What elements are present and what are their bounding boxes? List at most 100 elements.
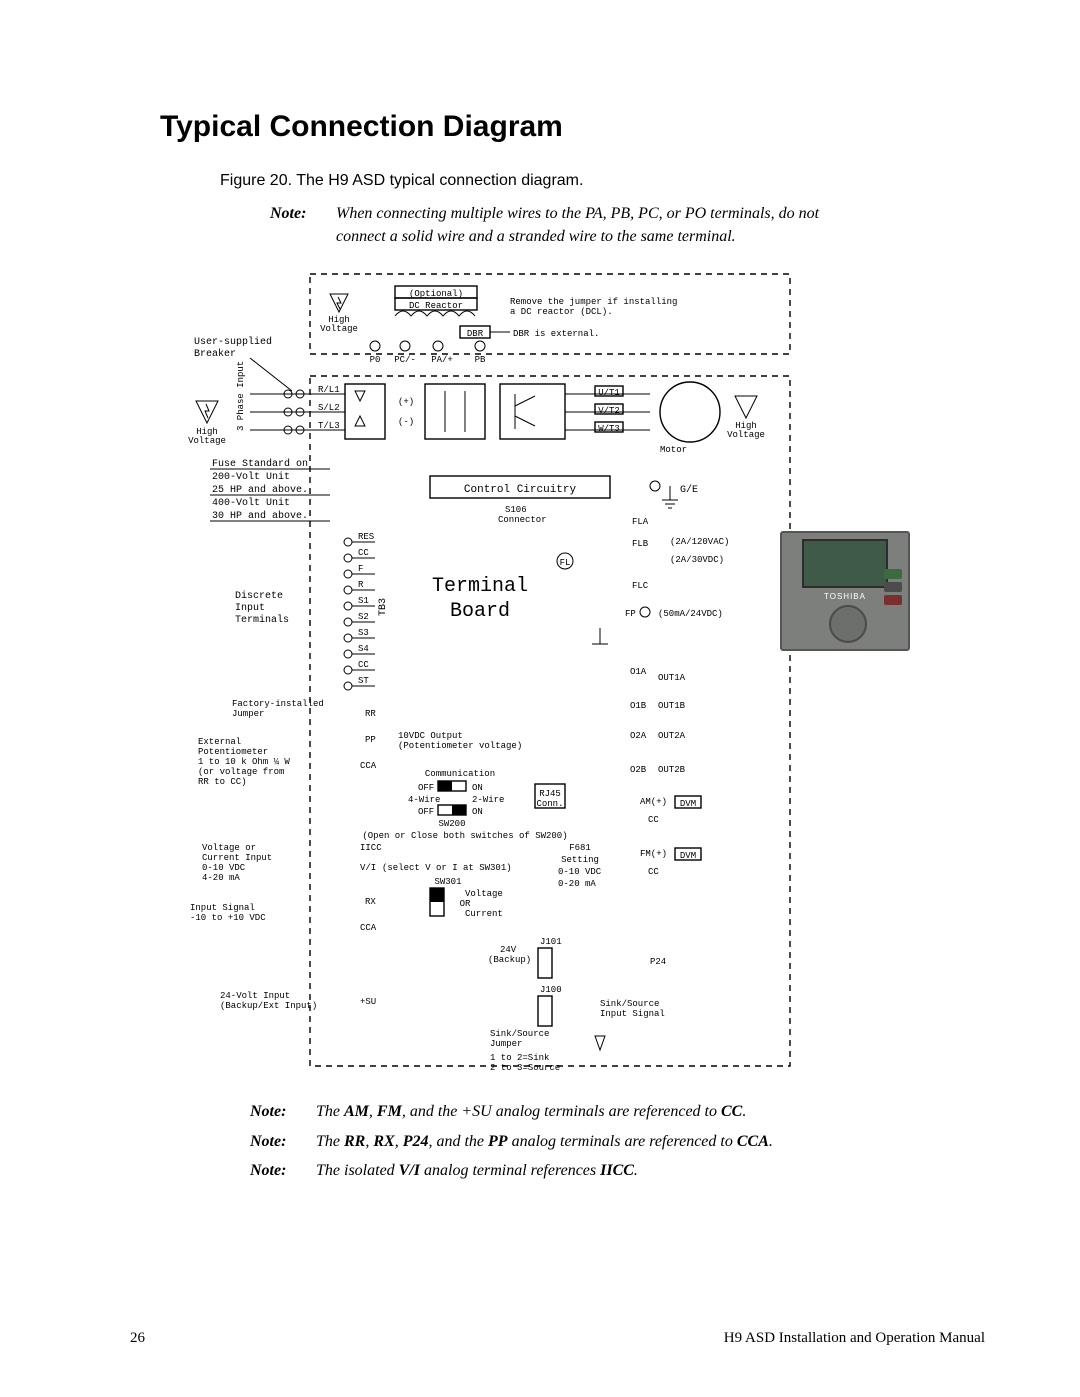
- page-title: Typical Connection Diagram: [160, 110, 985, 144]
- note-am-fm-su: Note: The AM, FM, and the +SU analog ter…: [250, 1100, 985, 1123]
- svg-text:FLB: FLB: [632, 539, 649, 549]
- svg-text:OFF: OFF: [418, 783, 434, 793]
- svg-text:P0: P0: [370, 355, 381, 365]
- svg-text:Voltage: Voltage: [188, 436, 226, 446]
- svg-text:25 HP and above.: 25 HP and above.: [212, 484, 308, 496]
- svg-text:J100: J100: [540, 985, 562, 995]
- svg-text:(-): (-): [398, 417, 414, 427]
- svg-text:F681: F681: [569, 843, 591, 853]
- svg-text:Remove the jumper if installin: Remove the jumper if installing: [510, 297, 677, 307]
- svg-text:O1B: O1B: [630, 701, 647, 711]
- svg-text:(Open or Close both switches o: (Open or Close both switches of SW200): [362, 831, 567, 841]
- svg-text:CC: CC: [648, 867, 659, 877]
- svg-text:ON: ON: [472, 783, 483, 793]
- svg-text:1 to 10 k Ohm ¼ W: 1 to 10 k Ohm ¼ W: [198, 757, 290, 767]
- svg-text:Input Signal: Input Signal: [190, 903, 255, 913]
- svg-text:SW200: SW200: [438, 819, 465, 829]
- svg-text:RJ45: RJ45: [539, 789, 561, 799]
- svg-text:Current Input: Current Input: [202, 853, 272, 863]
- svg-text:CC: CC: [358, 548, 369, 558]
- svg-text:DBR is external.: DBR is external.: [513, 329, 599, 339]
- svg-text:Voltage: Voltage: [320, 324, 358, 334]
- page-number: 26: [130, 1330, 145, 1347]
- svg-text:AM(+): AM(+): [640, 797, 667, 807]
- svg-text:CC: CC: [358, 660, 369, 670]
- svg-text:S106: S106: [505, 505, 527, 515]
- svg-text:+SU: +SU: [360, 997, 376, 1007]
- svg-text:S3: S3: [358, 628, 369, 638]
- svg-text:OUT2A: OUT2A: [658, 731, 686, 741]
- svg-text:V/T2: V/T2: [598, 406, 620, 416]
- svg-text:Current: Current: [465, 909, 503, 919]
- svg-text:-10 to +10 VDC: -10 to +10 VDC: [190, 913, 266, 923]
- svg-text:30 HP and above.: 30 HP and above.: [212, 510, 308, 522]
- run-button-icon: [884, 569, 902, 579]
- svg-text:OFF: OFF: [418, 807, 434, 817]
- svg-text:W/T3: W/T3: [598, 424, 620, 434]
- svg-text:Conn.: Conn.: [536, 799, 563, 809]
- svg-text:Factory-installed: Factory-installed: [232, 699, 324, 709]
- svg-text:RR: RR: [365, 709, 376, 719]
- note-body: When connecting multiple wires to the PA…: [336, 202, 856, 248]
- svg-text:(50mA/24VDC): (50mA/24VDC): [658, 609, 723, 619]
- svg-text:Voltage: Voltage: [465, 889, 503, 899]
- svg-text:RR to CC): RR to CC): [198, 777, 247, 787]
- svg-text:User-supplied: User-supplied: [194, 336, 272, 348]
- svg-text:Voltage: Voltage: [727, 430, 765, 440]
- svg-text:OUT1A: OUT1A: [658, 673, 686, 683]
- svg-text:FLA: FLA: [632, 517, 649, 527]
- svg-text:OUT1B: OUT1B: [658, 701, 686, 711]
- svg-text:(Backup): (Backup): [488, 955, 531, 965]
- svg-text:(+): (+): [398, 397, 414, 407]
- note-label: Note:: [270, 202, 314, 248]
- svg-text:TB3: TB3: [378, 598, 389, 616]
- svg-text:OUT2B: OUT2B: [658, 765, 686, 775]
- svg-text:S/L2: S/L2: [318, 403, 340, 413]
- svg-text:Communication: Communication: [425, 769, 495, 779]
- top-note: Note: When connecting multiple wires to …: [270, 202, 985, 248]
- svg-text:DBR: DBR: [467, 329, 484, 339]
- svg-text:FM(+): FM(+): [640, 849, 667, 859]
- svg-text:U/T1: U/T1: [598, 388, 620, 398]
- svg-text:G/E: G/E: [680, 484, 698, 496]
- svg-text:FLC: FLC: [632, 581, 649, 591]
- svg-text:ST: ST: [358, 676, 369, 686]
- svg-text:DVM: DVM: [680, 799, 696, 809]
- svg-text:PB: PB: [475, 355, 486, 365]
- stop-button-icon: [884, 595, 902, 605]
- svg-text:SW301: SW301: [434, 877, 461, 887]
- svg-text:(2A/30VDC): (2A/30VDC): [670, 555, 724, 565]
- svg-text:Jumper: Jumper: [232, 709, 264, 719]
- svg-text:Control Circuitry: Control Circuitry: [464, 484, 577, 496]
- svg-text:V/I: V/I: [360, 863, 376, 873]
- svg-text:10VDC Output: 10VDC Output: [398, 731, 463, 741]
- keypad-screen: [802, 539, 888, 588]
- svg-text:Terminal: Terminal: [432, 575, 528, 598]
- svg-text:S2: S2: [358, 612, 369, 622]
- svg-text:Motor: Motor: [660, 445, 687, 455]
- svg-text:R/L1: R/L1: [318, 385, 340, 395]
- svg-text:(2A/120VAC): (2A/120VAC): [670, 537, 729, 547]
- svg-text:0-20 mA: 0-20 mA: [558, 879, 596, 889]
- svg-text:T/L3: T/L3: [318, 421, 340, 431]
- svg-text:24-Volt Input: 24-Volt Input: [220, 991, 290, 1001]
- svg-text:(Backup/Ext Input): (Backup/Ext Input): [220, 1001, 317, 1011]
- manual-title: H9 ASD Installation and Operation Manual: [724, 1330, 985, 1347]
- svg-text:J101: J101: [540, 937, 562, 947]
- svg-text:3 Phase Input: 3 Phase Input: [236, 361, 246, 431]
- svg-text:400-Volt Unit: 400-Volt Unit: [212, 497, 290, 509]
- svg-text:External: External: [198, 737, 241, 747]
- svg-text:0-10 VDC: 0-10 VDC: [558, 867, 602, 877]
- svg-text:CCA: CCA: [360, 923, 377, 933]
- svg-text:(select V or I at SW301): (select V or I at SW301): [382, 863, 512, 873]
- svg-text:CC: CC: [648, 815, 659, 825]
- svg-text:Terminals: Terminals: [235, 614, 289, 626]
- svg-text:200-Volt Unit: 200-Volt Unit: [212, 471, 290, 483]
- svg-text:DVM: DVM: [680, 851, 696, 861]
- svg-text:Fuse Standard on: Fuse Standard on: [212, 458, 308, 470]
- svg-text:0-10 VDC: 0-10 VDC: [202, 863, 246, 873]
- svg-text:RES: RES: [358, 532, 374, 542]
- svg-text:4-Wire: 4-Wire: [408, 795, 440, 805]
- keypad-brand: TOSHIBA: [824, 592, 866, 601]
- svg-text:O1A: O1A: [630, 667, 647, 677]
